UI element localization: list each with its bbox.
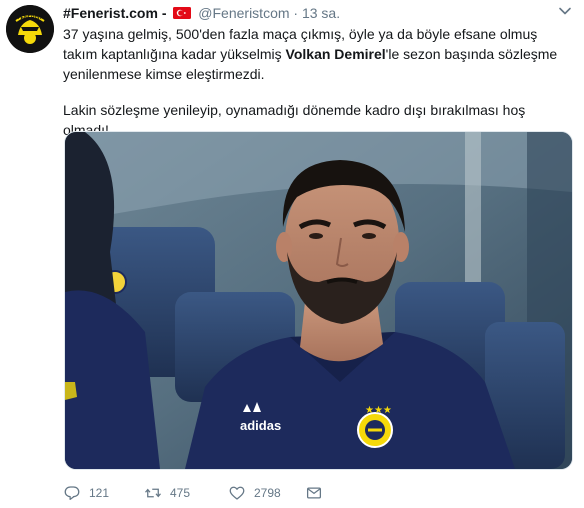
message-icon (306, 487, 322, 499)
jersey-brand-text: adidas (240, 418, 281, 433)
tweet-actions: 121 475 2798 (63, 483, 363, 503)
retweet-count: 475 (170, 486, 191, 500)
svg-text:★★★: ★★★ (365, 405, 392, 416)
reply-action[interactable]: 121 (63, 483, 109, 503)
caret-down-icon[interactable] (558, 4, 572, 18)
avatar-text: FENERIST (18, 15, 43, 21)
like-icon (229, 486, 245, 500)
like-action[interactable]: 2798 (228, 483, 281, 503)
name-dash: - (161, 5, 167, 21)
tweet-header: #Fenerist.com - @Feneristcom · 13 sa. (63, 4, 554, 24)
reply-count: 121 (89, 486, 110, 500)
author-name[interactable]: #Fenerist.com (63, 5, 158, 21)
tweet-timestamp[interactable]: 13 sa. (302, 5, 340, 21)
tweet-paragraph-1: 37 yaşına gelmiş, 500'den fazla maça çık… (63, 24, 575, 84)
tweet-text: 37 yaşına gelmiş, 500'den fazla maça çık… (63, 24, 575, 140)
mentioned-name: Volkan Demirel (285, 46, 386, 62)
turkey-flag-icon (173, 7, 192, 19)
header-separator: · (293, 5, 299, 21)
message-action[interactable] (305, 483, 331, 503)
avatar[interactable]: FENERIST (6, 5, 54, 53)
tweet-photo[interactable]: adidas ★★★ (64, 131, 573, 470)
reply-icon (64, 486, 80, 501)
retweet-icon (145, 488, 161, 498)
like-count: 2798 (254, 486, 281, 500)
retweet-action[interactable]: 475 (144, 483, 190, 503)
author-handle[interactable]: @Feneristcom (198, 5, 289, 21)
tweet: FENERIST #Fenerist.com - @Feneristcom · … (0, 0, 584, 508)
